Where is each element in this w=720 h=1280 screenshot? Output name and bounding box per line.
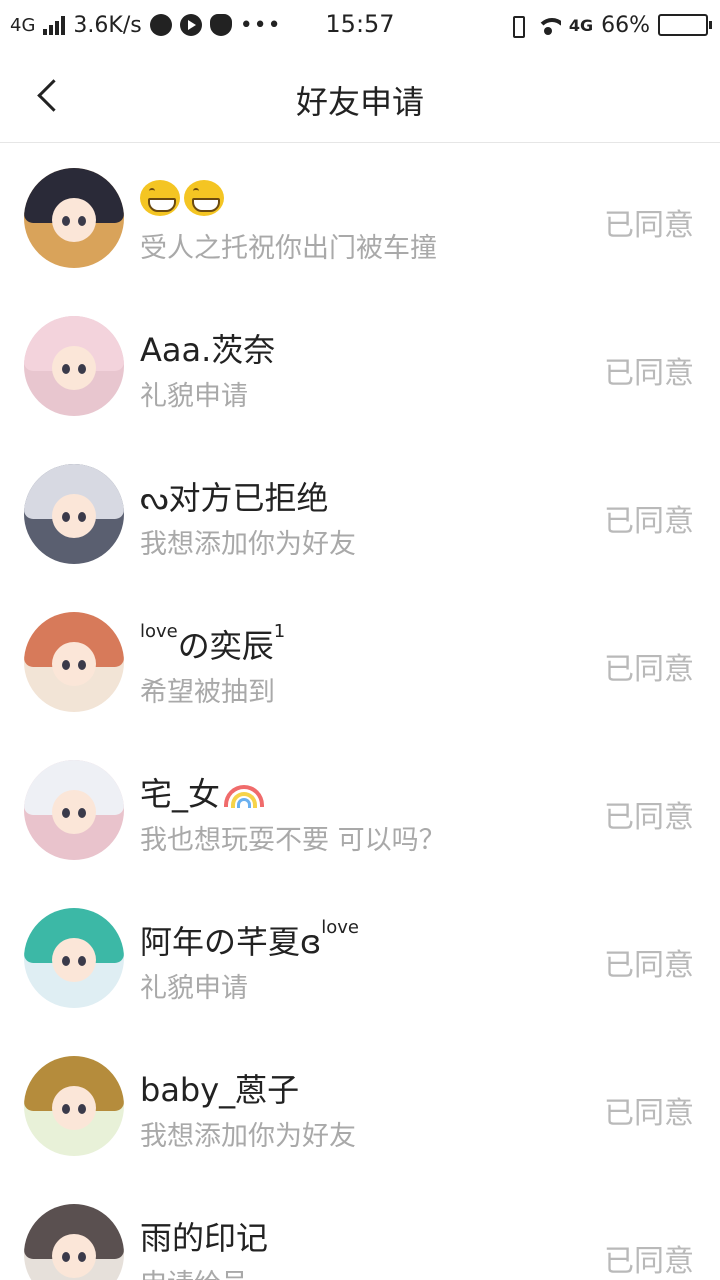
avatar-eye [78, 364, 86, 374]
avatar-face [52, 938, 96, 982]
avatar-eye [78, 956, 86, 966]
avatar[interactable] [24, 908, 124, 1008]
avatar-face [52, 198, 96, 242]
avatar-eye [78, 808, 86, 818]
page-title: 好友申请 [295, 83, 424, 121]
avatar-face [52, 346, 96, 390]
avatar-eye [62, 1104, 70, 1114]
request-status: 已同意 [604, 948, 694, 983]
list-item[interactable]: 雨的印记申请给号 已同意 [0, 1180, 720, 1280]
requester-name: 宅_女 [140, 769, 265, 815]
avatar[interactable] [24, 464, 124, 564]
requester-name-text: baby_蒽子 [140, 1071, 300, 1109]
avatar-face [52, 790, 96, 834]
requester-name: loveの奕辰1 [140, 621, 285, 667]
request-message: 受人之托祝你出门被车撞 [140, 233, 437, 264]
nav-bar: 好友申请 [0, 50, 720, 143]
requester-name: ᔓ对方已拒绝 [140, 473, 329, 519]
list-item[interactable]: ᔓ对方已拒绝我想添加你为好友 已同意 [0, 440, 720, 588]
avatar[interactable] [24, 1204, 124, 1280]
name-prefix: love [140, 621, 178, 642]
name-suffix: 1 [273, 621, 286, 642]
wifi-icon [535, 15, 561, 35]
requester-name: 雨的印记 [140, 1213, 268, 1259]
requester-name: baby_蒽子 [140, 1065, 299, 1111]
avatar-eye [78, 1252, 86, 1262]
request-message: 希望被抽到 [140, 677, 275, 708]
avatar-eye [62, 660, 70, 670]
request-message: 申请给号 [140, 1262, 248, 1280]
list-item[interactable]: 阿年の芊夏ɞlove 礼貌申请 已同意 [0, 884, 720, 1032]
request-status: 已同意 [604, 800, 694, 835]
grin-emoji-icon [184, 180, 224, 216]
requester-name-text: 阿年の芊夏ɞ [140, 923, 322, 961]
list-item[interactable]: 宅_女我也想玩耍不要 可以吗？ 已同意 [0, 736, 720, 884]
requester-name: Aaa.茨奈 [140, 325, 275, 371]
request-status: 已同意 [604, 652, 694, 687]
name-suffix: love [321, 917, 360, 938]
friend-request-list: 受人之托祝你出门被车撞 已同意 Aaa.茨奈 礼貌申请 已同意 ᔓ对方已拒绝 我想添加你为好… [0, 144, 720, 1280]
rainbow-emoji-icon [224, 785, 265, 808]
avatar[interactable] [24, 1056, 124, 1156]
avatar-face [52, 494, 96, 538]
avatar-eye [78, 216, 86, 226]
avatar[interactable] [24, 168, 124, 268]
request-message: 我想添加你为好友 [140, 1121, 356, 1152]
status-bar: 4G 3.6K/s ••• 15:57 4G 66% [0, 0, 720, 50]
request-message: 我想添加你为好友 [140, 529, 356, 560]
requester-name [140, 177, 228, 216]
request-status: 已同意 [604, 504, 694, 539]
request-status: 已同意 [604, 208, 694, 243]
list-item[interactable]: baby_蒽子我想添加你为好友 已同意 [0, 1032, 720, 1180]
requester-name: 阿年の芊夏ɞlove [140, 917, 359, 963]
avatar-eye [78, 660, 86, 670]
request-message: 我也想玩耍不要 可以吗？ [140, 825, 446, 856]
requester-name-text: 宅_女 [140, 775, 221, 813]
avatar-eye [62, 1252, 70, 1262]
list-item[interactable]: 受人之托祝你出门被车撞 已同意 [0, 144, 720, 292]
requester-name-text: ᔓ对方已拒绝 [140, 479, 329, 517]
grin-emoji-icon [140, 180, 180, 216]
avatar-eye [78, 1104, 86, 1114]
requester-name-text: の奕辰 [177, 627, 274, 665]
avatar[interactable] [24, 612, 124, 712]
avatar-face [52, 1086, 96, 1130]
avatar-eye [62, 512, 70, 522]
request-message: 礼貌申请 [140, 381, 248, 412]
list-item[interactable]: Aaa.茨奈礼貌申请 已同意 [0, 292, 720, 440]
battery-icon [658, 14, 712, 36]
requester-name-text: Aaa.茨奈 [140, 331, 276, 369]
avatar-eye [62, 808, 70, 818]
mobile-data-label: 4G [568, 15, 594, 35]
avatar-face [52, 642, 96, 686]
list-item[interactable]: loveの奕辰1 希望被抽到 已同意 [0, 588, 720, 736]
avatar-eye [78, 512, 86, 522]
avatar[interactable] [24, 316, 124, 416]
request-status: 已同意 [604, 1244, 694, 1279]
avatar-eye [62, 216, 70, 226]
request-status: 已同意 [604, 1096, 694, 1131]
battery-percent: 66% [601, 12, 650, 38]
avatar[interactable] [24, 760, 124, 860]
avatar-eye [62, 364, 70, 374]
request-message: 礼貌申请 [140, 973, 248, 1004]
requester-name-text: 雨的印记 [140, 1219, 269, 1257]
status-right: 4G 66% [507, 10, 712, 40]
avatar-eye [62, 956, 70, 966]
vibrate-icon [507, 14, 527, 38]
request-status: 已同意 [604, 356, 694, 391]
avatar-face [52, 1234, 96, 1278]
